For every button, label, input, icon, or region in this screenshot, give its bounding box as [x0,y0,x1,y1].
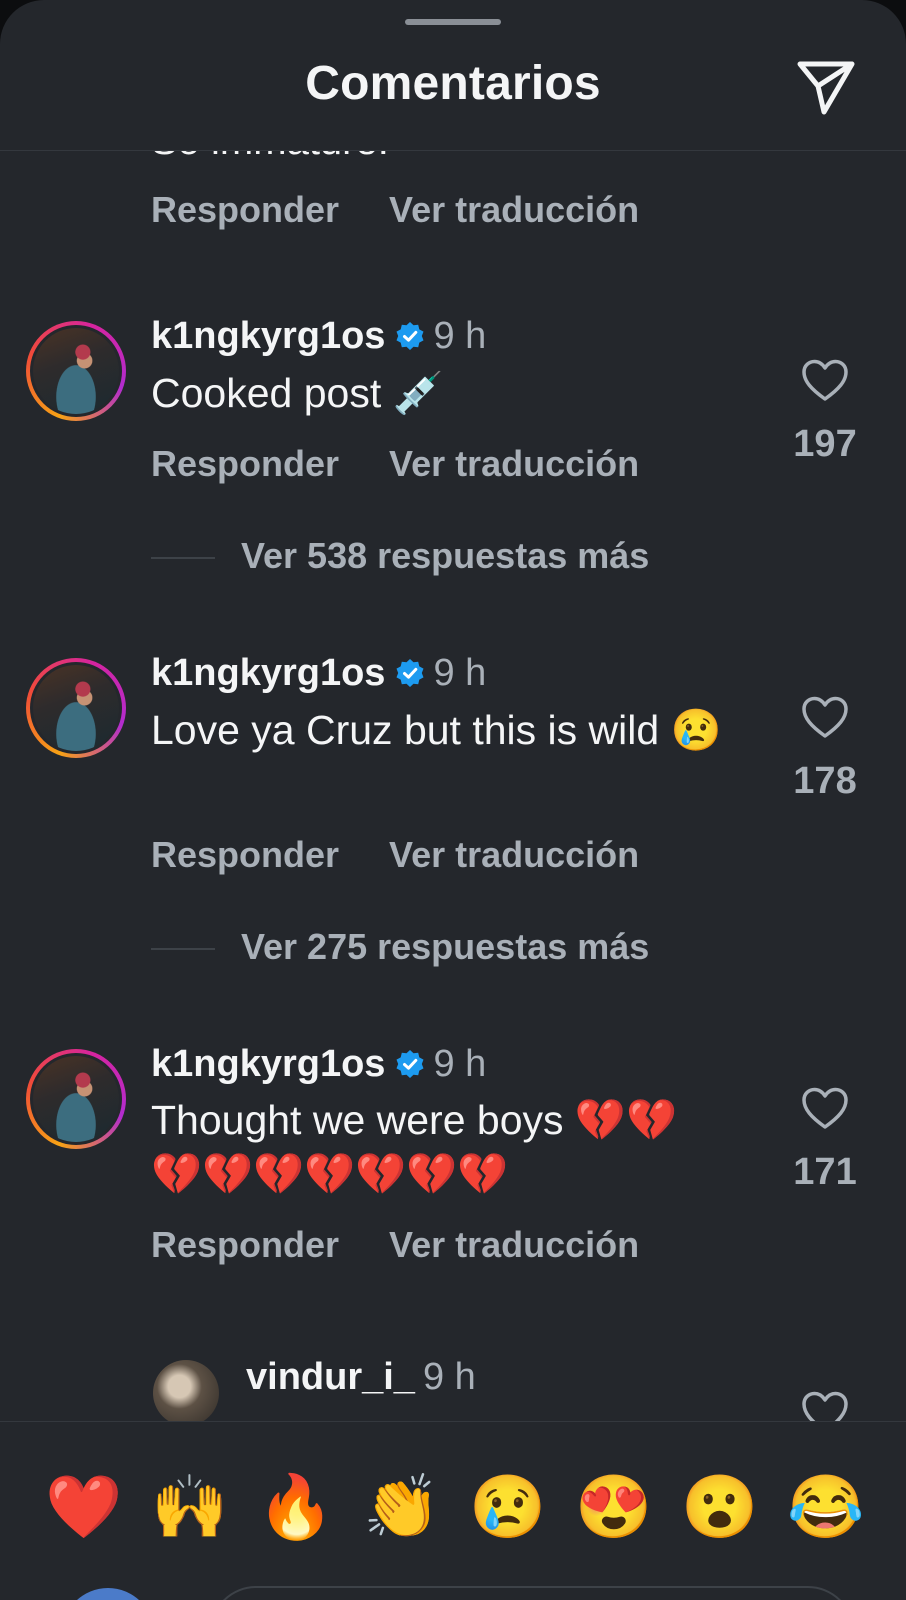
comment-time: 9 h [433,652,487,694]
reply-button[interactable]: Responder [151,834,339,876]
truncated-comment-text: So immature. [151,151,389,164]
username[interactable]: k1ngkyrg1os [151,652,385,694]
heart-icon[interactable] [801,1087,849,1131]
comment-actions: Responder Ver traducción [151,834,639,876]
avatar[interactable] [26,658,126,758]
comment-time: 9 h [433,315,487,357]
comment-input[interactable] [210,1586,854,1600]
comment-header: k1ngkyrg1os 9 h [151,315,486,358]
heart-icon[interactable] [801,696,849,740]
comment-actions: Responder Ver traducción [151,1224,639,1266]
comment-time: 9 h [433,1043,487,1085]
reaction-crying[interactable]: 😢 [468,1468,548,1548]
view-more-replies-button[interactable]: Ver 538 respuestas más [151,535,649,577]
reply-button[interactable]: Responder [151,443,339,485]
replies-divider [151,948,215,951]
verified-badge-icon [396,1050,424,1078]
see-translation-button[interactable]: Ver traducción [389,443,639,485]
heart-icon[interactable] [801,359,849,403]
view-more-replies-label: Ver 538 respuestas más [241,535,650,576]
view-more-replies-label: Ver 275 respuestas más [241,926,650,967]
comment-header: k1ngkyrg1os 9 h [151,652,486,695]
like-control: 197 [770,359,880,466]
sheet-title: Comentarios [305,57,601,110]
comment-actions: Responder Ver traducción [151,443,639,485]
reply-button[interactable]: Responder [151,189,339,231]
comment-text: Cooked post 💉 [151,370,444,416]
quick-reactions-bar: ❤️ 🙌 🔥 👏 😢 😍 😮 😂 [0,1421,906,1600]
reply-time: 9 h [422,1356,476,1398]
comment-text: Thought we were boys 💔💔💔💔💔💔💔💔💔 [151,1097,677,1197]
current-user-avatar [62,1588,154,1600]
reaction-clap[interactable]: 👏 [362,1468,442,1548]
like-control: 171 [770,1087,880,1194]
like-count: 178 [793,760,857,802]
see-translation-button[interactable]: Ver traducción [389,834,639,876]
comments-list[interactable]: So immature. Responder Ver traducción k1n… [0,151,906,1421]
paper-plane-icon[interactable] [794,56,858,120]
reply-button[interactable]: Responder [151,1224,339,1266]
heart-icon[interactable] [801,1391,849,1421]
replies-divider [151,557,215,560]
verified-badge-icon [396,659,424,687]
avatar[interactable] [26,321,126,421]
comment-actions: Responder Ver traducción [151,189,639,231]
comments-sheet: Comentarios So immature. Responder Ver tr… [0,0,906,1600]
avatar[interactable] [153,1360,219,1421]
comment-text: Love ya Cruz but this is wild 😢 [151,707,722,753]
username[interactable]: k1ngkyrg1os [151,1043,385,1085]
see-translation-button[interactable]: Ver traducción [389,189,639,231]
view-more-replies-button[interactable]: Ver 275 respuestas más [151,926,649,968]
sheet-header: Comentarios [0,0,906,151]
avatar[interactable] [26,1049,126,1149]
reaction-fire[interactable]: 🔥 [256,1468,336,1548]
like-control [770,1391,880,1421]
username[interactable]: vindur_i_ [246,1356,415,1398]
username[interactable]: k1ngkyrg1os [151,315,385,357]
reaction-heart-eyes[interactable]: 😍 [574,1468,654,1548]
reaction-surprised[interactable]: 😮 [680,1468,760,1548]
reaction-laughing[interactable]: 😂 [786,1468,866,1548]
like-control: 178 [770,696,880,803]
reaction-heart[interactable]: ❤️ [44,1468,124,1548]
verified-badge-icon [396,322,424,350]
drag-handle[interactable] [405,19,501,25]
comment-header: k1ngkyrg1os 9 h [151,1043,486,1086]
like-count: 197 [793,423,857,465]
reply-header: vindur_i_ 9 h [246,1356,476,1399]
reaction-raised-hands[interactable]: 🙌 [150,1468,230,1548]
see-translation-button[interactable]: Ver traducción [389,1224,639,1266]
like-count: 171 [793,1151,857,1193]
